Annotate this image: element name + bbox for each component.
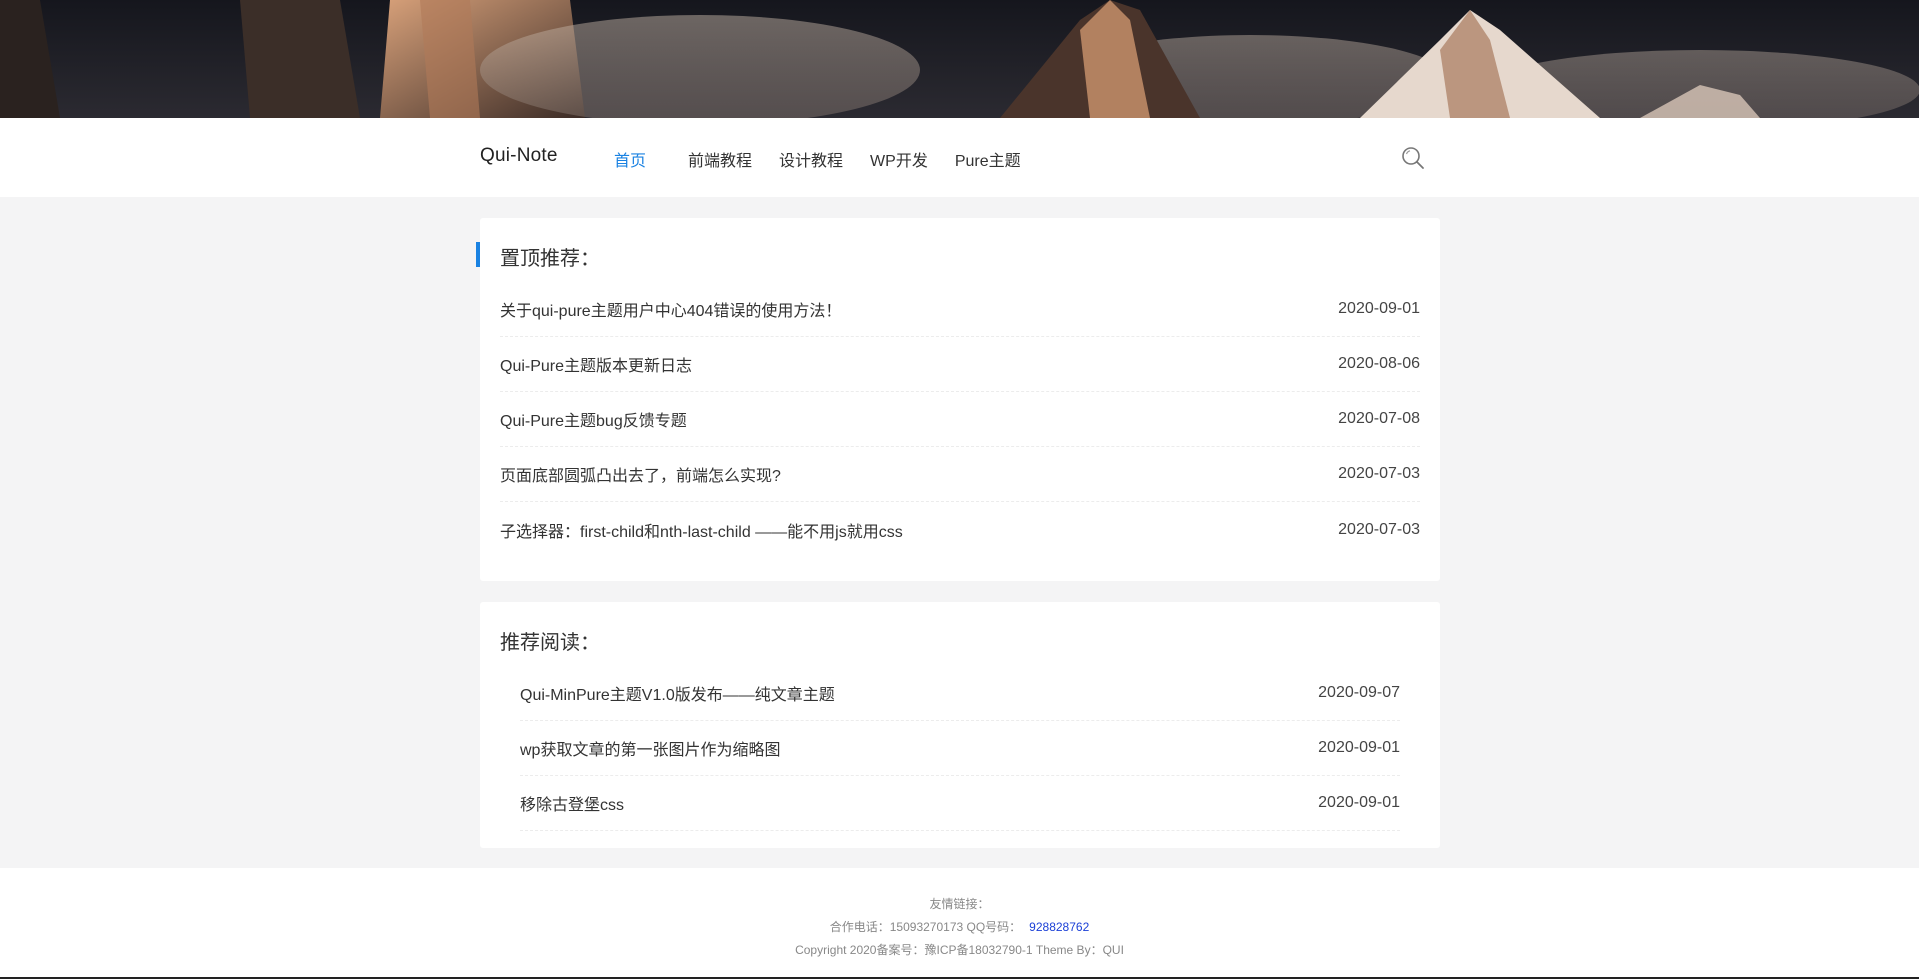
post-title-link[interactable]: Qui-Pure主题bug反馈专题 — [500, 407, 687, 431]
nav-item-frontend[interactable]: 前端教程 — [688, 147, 752, 171]
copyright-text: Copyright 2020备案号：豫ICP备18032790-1 Theme … — [795, 943, 1124, 957]
sticky-section-title: 置顶推荐： — [500, 248, 600, 270]
post-date: 2020-09-01 — [1338, 300, 1420, 317]
post-date: 2020-09-01 — [1318, 739, 1400, 756]
list-item: 页面底部圆弧凸出去了，前端怎么实现? 2020-07-03 — [500, 447, 1420, 502]
post-title-link[interactable]: Qui-MinPure主题V1.0版发布——纯文章主题 — [520, 681, 835, 705]
post-date: 2020-09-07 — [1318, 684, 1400, 701]
contact-text: 合作电话：15093270173 QQ号码： — [829, 920, 1022, 934]
recommended-posts-panel: 推荐阅读： Qui-MinPure主题V1.0版发布——纯文章主题 2020-0… — [480, 602, 1440, 848]
section-accent-bar — [476, 242, 480, 267]
site-header: Qui-Note 首页 前端教程 设计教程 WP开发 Pure主题 — [0, 118, 1919, 197]
main-nav: 首页 前端教程 设计教程 WP开发 Pure主题 — [614, 147, 1048, 171]
recommended-post-list: Qui-MinPure主题V1.0版发布——纯文章主题 2020-09-07 w… — [520, 666, 1400, 831]
post-title-link[interactable]: wp获取文章的第一张图片作为缩略图 — [520, 736, 780, 760]
post-title-link[interactable]: 子选择器：first-child和nth-last-child ——能不用js就… — [500, 518, 903, 542]
nav-item-wp[interactable]: WP开发 — [870, 147, 928, 171]
qq-number-link[interactable]: 928828762 — [1029, 920, 1089, 934]
site-footer: 友情链接： 合作电话：15093270173 QQ号码： 928828762 Co… — [0, 868, 1919, 977]
post-title-link[interactable]: 页面底部圆弧凸出去了，前端怎么实现? — [500, 462, 781, 486]
site-brand[interactable]: Qui-Note — [480, 145, 558, 167]
post-title-link[interactable]: 移除古登堡css — [520, 791, 624, 815]
friend-links-label: 友情链接： — [929, 897, 990, 911]
list-item: Qui-Pure主题版本更新日志 2020-08-06 — [500, 337, 1420, 392]
sticky-posts-panel: 置顶推荐： 关于qui-pure主题用户中心404错误的使用方法！ 2020-0… — [476, 218, 1440, 581]
list-item: Qui-MinPure主题V1.0版发布——纯文章主题 2020-09-07 — [520, 666, 1400, 721]
post-title-link[interactable]: Qui-Pure主题版本更新日志 — [500, 352, 692, 376]
post-date: 2020-09-01 — [1318, 794, 1400, 811]
sticky-post-list: 关于qui-pure主题用户中心404错误的使用方法！ 2020-09-01 Q… — [500, 282, 1420, 557]
list-item: Qui-Pure主题bug反馈专题 2020-07-08 — [500, 392, 1420, 447]
nav-item-pure-theme[interactable]: Pure主题 — [955, 147, 1021, 171]
list-item: wp获取文章的第一张图片作为缩略图 2020-09-01 — [520, 721, 1400, 776]
contact-line: 合作电话：15093270173 QQ号码： 928828762 — [0, 918, 1919, 935]
post-date: 2020-07-03 — [1338, 520, 1420, 538]
list-item: 移除古登堡css 2020-09-01 — [520, 776, 1400, 831]
nav-item-home[interactable]: 首页 — [614, 147, 646, 171]
post-date: 2020-07-08 — [1338, 410, 1420, 427]
post-date: 2020-07-03 — [1338, 465, 1420, 482]
post-title-link[interactable]: 关于qui-pure主题用户中心404错误的使用方法！ — [500, 297, 841, 321]
list-item: 关于qui-pure主题用户中心404错误的使用方法！ 2020-09-01 — [500, 282, 1420, 337]
post-date: 2020-08-06 — [1338, 355, 1420, 372]
header-banner-image — [0, 0, 1919, 118]
recommended-section-title: 推荐阅读： — [500, 632, 600, 654]
search-icon[interactable] — [1400, 145, 1426, 171]
nav-item-design[interactable]: 设计教程 — [779, 147, 843, 171]
list-item: 子选择器：first-child和nth-last-child ——能不用js就… — [500, 502, 1420, 557]
